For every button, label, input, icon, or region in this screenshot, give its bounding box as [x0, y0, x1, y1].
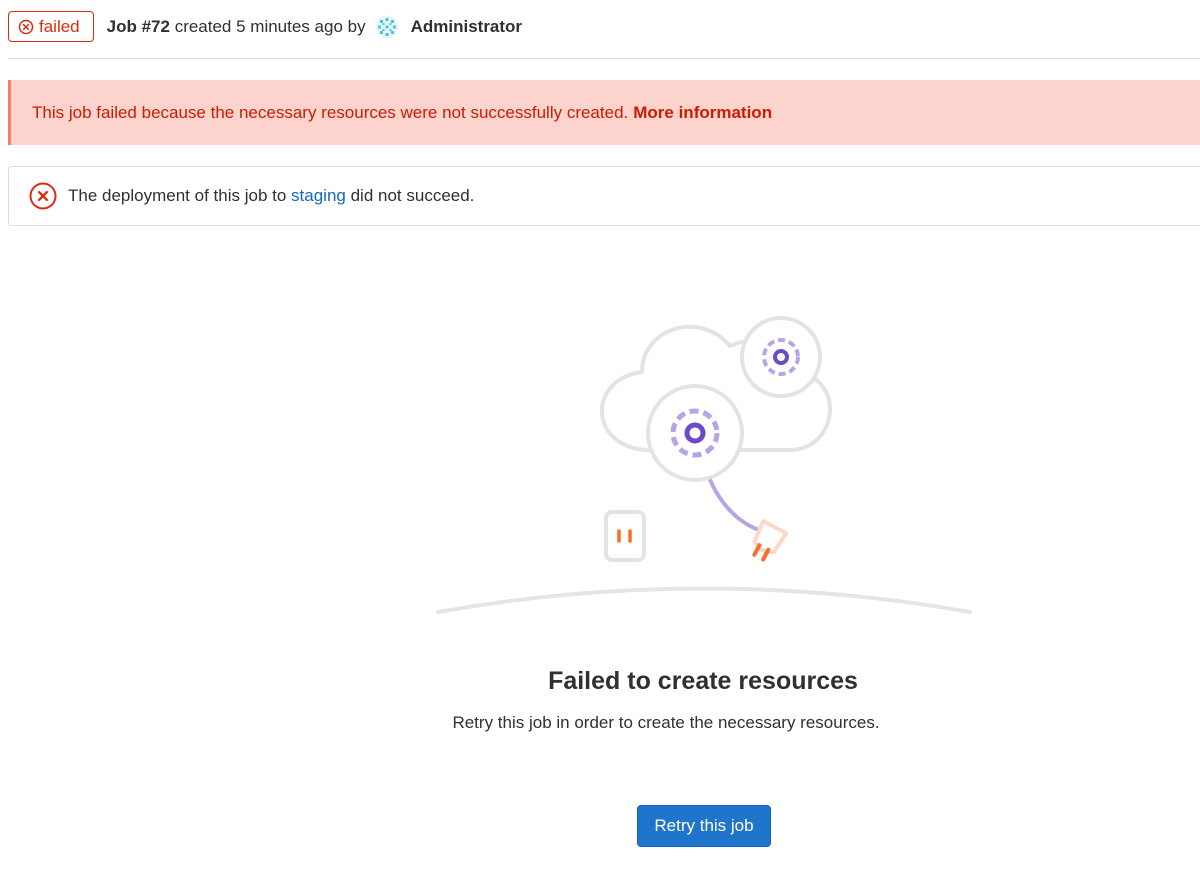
- deployment-prefix: The deployment of this job to: [68, 186, 287, 205]
- author-name[interactable]: Administrator: [411, 17, 522, 37]
- environment-link[interactable]: staging: [291, 186, 346, 206]
- job-created-text: created 5 minutes ago by: [174, 16, 366, 36]
- header-divider: [8, 58, 1200, 59]
- status-failed-icon: [18, 19, 34, 34]
- cloud-gears-plug-illustration: [436, 316, 972, 614]
- avatar[interactable]: [375, 15, 399, 39]
- error-circle-icon: [29, 182, 57, 210]
- status-badge[interactable]: failed: [8, 11, 94, 42]
- deployment-status: The deployment of this job to staging di…: [8, 166, 1200, 226]
- deployment-suffix: did not succeed.: [350, 186, 475, 205]
- alert-message: This job failed because the necessary re…: [32, 102, 629, 122]
- more-information-link[interactable]: More information: [633, 103, 772, 123]
- plug-cable: [706, 473, 767, 534]
- big-gear-circle: [646, 384, 744, 482]
- ground-line: [436, 586, 972, 614]
- empty-state-title: Failed to create resources: [548, 667, 858, 695]
- status-label: failed: [39, 16, 80, 36]
- failure-alert: This job failed because the necessary re…: [8, 80, 1200, 145]
- empty-state-description: Retry this job in order to create the ne…: [452, 713, 880, 732]
- small-gear-circle: [740, 316, 822, 398]
- job-id: Job #72: [106, 16, 170, 36]
- job-header: failed Job #72 created 5 minutes ago by …: [8, 11, 522, 42]
- socket-icon: [604, 510, 646, 562]
- job-meta: Job #72 created 5 minutes ago by Adminis…: [107, 15, 522, 39]
- retry-job-button[interactable]: Retry this job: [637, 805, 771, 847]
